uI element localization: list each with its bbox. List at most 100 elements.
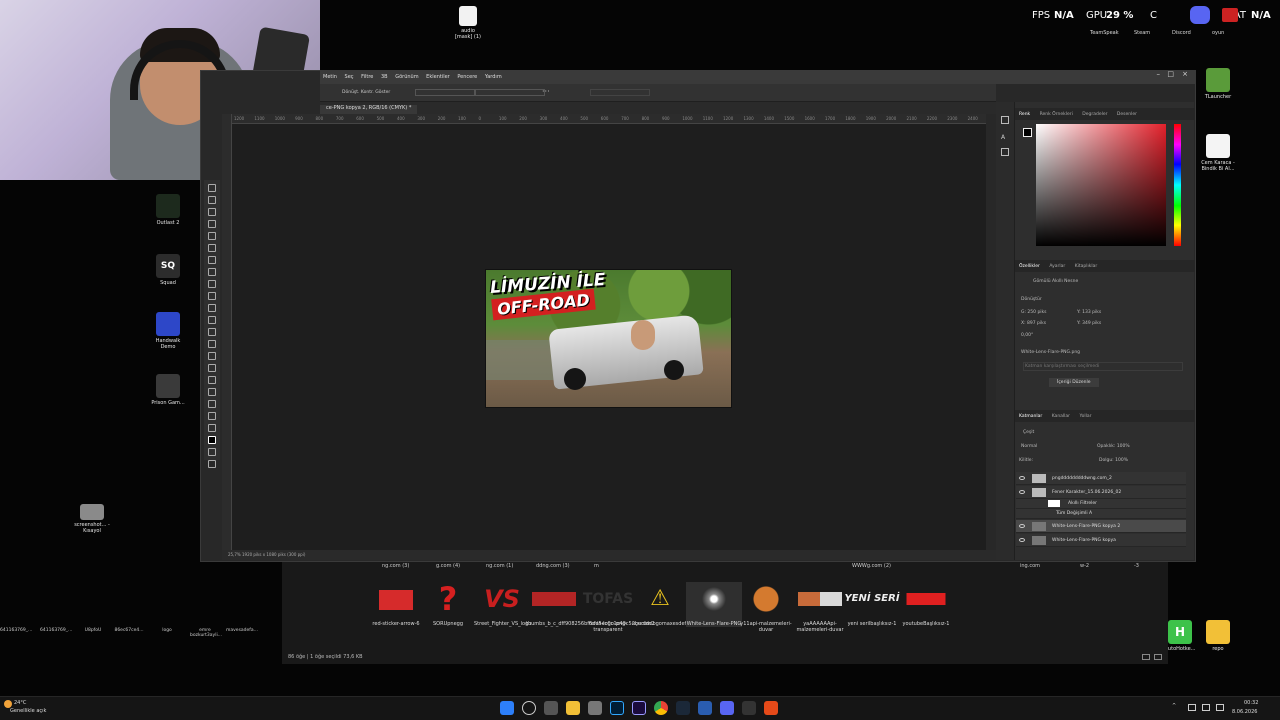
tab-katmanlar[interactable]: Katmanlar [1019,414,1042,419]
file-label[interactable]: WWWg.com (2) [852,563,891,569]
file-item[interactable]: ? SORUpnegg [420,582,476,627]
maximize-button[interactable]: □ [1167,70,1174,78]
path-selection-tool-icon[interactable] [208,376,216,384]
3d-mode-buttons[interactable] [590,89,650,96]
show-transform-controls-checkbox[interactable]: Dönüşt. Kontr. Göster [342,90,390,95]
eyedropper-tool-icon[interactable] [208,244,216,252]
distribute-buttons[interactable] [475,89,545,96]
settings-gear-icon[interactable] [588,701,602,715]
desktop-icon-tlauncher[interactable]: TLauncher [1198,68,1238,100]
visibility-eye-icon[interactable] [1019,538,1025,542]
bottom-left-file[interactable]: 641163769_... [40,628,72,633]
chrome-icon[interactable] [654,701,668,715]
y-field[interactable]: Y: 349 piks [1077,321,1101,326]
desktop-icon-cem-karaca[interactable]: Cem Karaca - Bindik Bi Al... [1198,134,1238,172]
bottom-left-file[interactable]: emre bozkurt3ayli... [190,628,222,638]
menu-item-pencere[interactable]: Pencere [457,74,477,80]
visibility-eye-icon[interactable] [1019,524,1025,528]
task-view-icon[interactable] [544,701,558,715]
tab-kitapliklar[interactable]: Kitaplıklar [1075,264,1098,269]
visibility-eye-icon[interactable] [1019,476,1025,480]
close-button[interactable]: × [1182,70,1188,78]
type-tool-icon[interactable] [208,364,216,372]
layer-comp-select[interactable]: Katman karşılaştırması seçilmedi [1023,362,1183,371]
zoom-tool-icon[interactable] [208,412,216,420]
color-picker-field[interactable] [1036,124,1166,246]
healing-brush-tool-icon[interactable] [208,256,216,264]
opacity-field[interactable]: Opaklık: 100% [1097,444,1130,449]
file-item[interactable]: ⚠ uçurumlogomaxesdefault [632,582,696,627]
layer-row-filter[interactable]: Tüm Değişimli A [1016,509,1186,519]
layer-row-selected[interactable]: White-Lens-Flare-PNG kopya 2 [1016,520,1186,533]
menu-item-gorunum[interactable]: Görünüm [395,74,418,80]
rectangle-tool-icon[interactable] [208,388,216,396]
quick-mask-icon[interactable] [208,448,216,456]
tab-ozellikler[interactable]: Özellikler [1019,264,1040,269]
foreground-swatch[interactable] [1023,128,1032,137]
desktop-icon-screenshot[interactable]: screenshot... - Kısayol [72,504,112,534]
layer-row[interactable]: pngdddddddddwng.com_2 [1016,472,1186,485]
eraser-tool-icon[interactable] [208,304,216,312]
network-icon[interactable] [1188,704,1196,711]
screen-mode-icon[interactable] [208,460,216,468]
fill-field[interactable]: Dolgu: 100% [1099,458,1128,463]
file-label[interactable]: ing.com [1020,563,1040,569]
clone-stamp-tool-icon[interactable] [208,280,216,288]
hand-tool-icon[interactable] [208,400,216,408]
steam-taskbar-icon[interactable] [676,701,690,715]
marquee-tool-icon[interactable] [208,196,216,204]
document-canvas[interactable]: LİMUZİN İLE OFF-ROAD [485,269,732,408]
desktop-icon-squad[interactable]: SQ Squad [148,254,188,286]
tab-renk[interactable]: Renk [1019,112,1030,117]
angle-field[interactable]: 0,00° [1021,333,1033,338]
discord-icon[interactable] [1190,6,1210,24]
menu-item-yardim[interactable]: Yardım [485,74,502,80]
more-options-icon[interactable]: ··· [542,87,550,96]
pen-tool-icon[interactable] [208,352,216,360]
app-taskbar-icon[interactable] [764,701,778,715]
layer-row-smart-filters[interactable]: Akıllı Filtreler [1016,499,1186,509]
volume-icon[interactable] [1202,704,1210,711]
tab-yollar[interactable]: Yollar [1079,414,1091,419]
crop-tool-icon[interactable] [208,232,216,240]
lasso-tool-icon[interactable] [208,208,216,216]
file-label[interactable]: g.com (4) [436,563,460,569]
document-tab-active[interactable]: ce-PNG kopya 2, RGB/16 (CMYK) * [320,105,418,114]
paragraph-panel-icon[interactable] [1001,148,1009,156]
bottom-left-file[interactable]: 641163769_... [0,628,32,633]
clock-date[interactable]: 8.06.2026 [1232,709,1257,715]
layer-row[interactable]: White-Lens-Flare-PNG kopya [1016,534,1186,547]
start-button-icon[interactable] [500,701,514,715]
file-label[interactable]: -3 [1134,563,1139,569]
desktop-icon-prison[interactable]: Prison Gam... [148,374,188,406]
history-panel-icon[interactable] [1001,116,1009,124]
premiere-taskbar-icon[interactable] [632,701,646,715]
bottom-left-file[interactable]: logo [152,628,182,633]
history-brush-tool-icon[interactable] [208,292,216,300]
weather-icon[interactable] [4,700,12,708]
align-buttons[interactable] [415,89,475,96]
app-taskbar-icon[interactable] [742,701,756,715]
file-item[interactable]: TOFAS tofas-logo-png-transparent [580,582,636,633]
blend-mode-select[interactable]: Normal [1021,444,1037,449]
details-view-icon[interactable] [1142,654,1150,660]
oyun-icon[interactable] [1222,8,1238,22]
tab-degradeler[interactable]: Degradeler [1082,112,1107,117]
visibility-eye-icon[interactable] [1019,490,1025,494]
width-field[interactable]: G: 250 piks [1021,310,1047,315]
weather-description[interactable]: Genellikle açık [10,708,46,714]
tab-desenler[interactable]: Desenler [1117,112,1137,117]
character-panel-icon[interactable]: A [1001,134,1005,141]
oyun-label[interactable]: oyun [1212,30,1224,36]
menu-item-metin[interactable]: Metin [323,74,337,80]
menu-item-sec[interactable]: Seç [345,74,354,80]
tray-chevron-icon[interactable]: ^ [1172,703,1176,709]
file-item-selected[interactable]: White-Lens-Flare-PNG [686,582,742,627]
weather-temperature[interactable]: 24°C [14,700,26,706]
thumbnail-view-icon[interactable] [1154,654,1162,660]
brush-tool-icon[interactable] [208,268,216,276]
bottom-left-file[interactable]: U8pfoU [78,628,108,633]
foreground-color-swatch[interactable] [208,436,216,444]
file-label[interactable]: ddng.com (3) [536,563,570,569]
move-tool-icon[interactable] [208,184,216,192]
